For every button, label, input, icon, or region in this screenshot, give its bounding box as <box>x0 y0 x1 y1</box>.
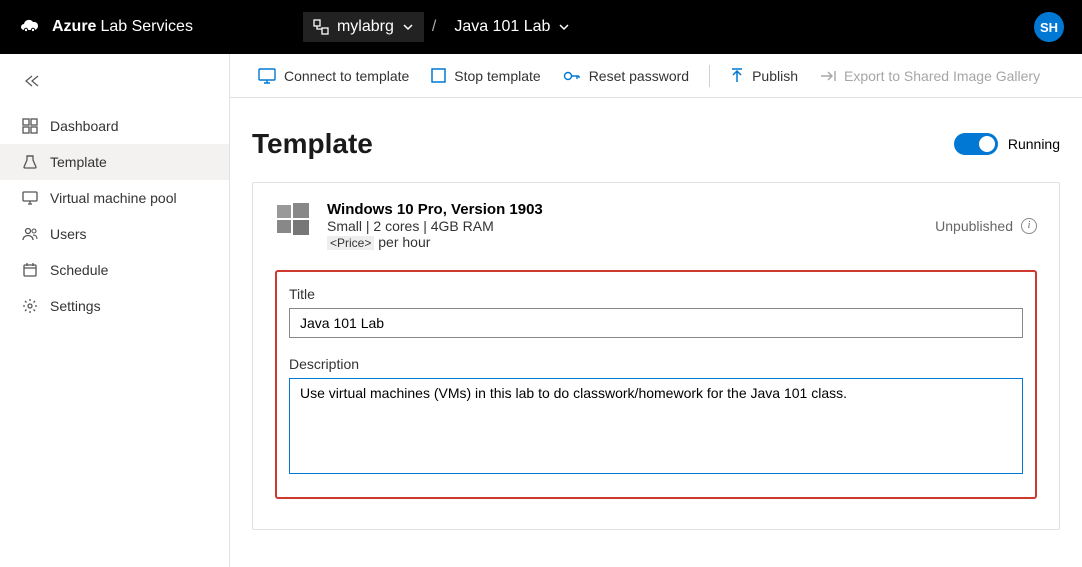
toolbar-separator <box>709 65 710 87</box>
sidebar-item-label: Virtual machine pool <box>50 190 177 206</box>
dashboard-icon <box>22 118 38 134</box>
breadcrumb: mylabrg / Java 101 Lab <box>303 12 580 42</box>
breadcrumb-lab[interactable]: Java 101 Lab <box>444 12 580 42</box>
sidebar-item-template[interactable]: Template <box>0 144 229 180</box>
os-name: Windows 10 Pro, Version 1903 <box>327 201 543 218</box>
settings-icon <box>22 298 38 314</box>
connect-label: Connect to template <box>284 68 409 84</box>
resource-icon <box>313 19 329 35</box>
sidebar: Dashboard Template Virtual machine pool … <box>0 54 230 567</box>
azure-lab-icon <box>18 18 42 36</box>
brand-text: Lab Services <box>100 18 193 36</box>
chevron-down-icon <box>402 21 414 33</box>
sidebar-item-dashboard[interactable]: Dashboard <box>0 108 229 144</box>
sidebar-item-label: Template <box>50 154 107 170</box>
export-icon <box>820 69 836 83</box>
reset-password-button[interactable]: Reset password <box>553 60 699 92</box>
template-card: Windows 10 Pro, Version 1903 Small | 2 c… <box>252 182 1060 530</box>
info-icon[interactable]: i <box>1021 218 1037 234</box>
vm-icon <box>22 190 38 206</box>
title-label: Title <box>289 286 1023 302</box>
status-label: Unpublished <box>935 218 1013 234</box>
sidebar-item-label: Schedule <box>50 262 108 278</box>
sidebar-item-schedule[interactable]: Schedule <box>0 252 229 288</box>
stop-icon <box>431 68 446 83</box>
schedule-icon <box>22 262 38 278</box>
edit-highlight-region: Title Description <box>275 270 1037 499</box>
export-button: Export to Shared Image Gallery <box>810 60 1050 92</box>
users-icon <box>22 226 38 242</box>
breadcrumb-resource-group[interactable]: mylabrg <box>303 12 424 42</box>
publish-status: Unpublished i <box>935 201 1037 250</box>
os-specs: Small | 2 cores | 4GB RAM <box>327 218 543 234</box>
description-label: Description <box>289 356 1023 372</box>
page-title: Template <box>252 128 373 160</box>
toolbar: Connect to template Stop template Reset … <box>230 54 1082 98</box>
sidebar-item-label: Settings <box>50 298 101 314</box>
brand-bold: Azure <box>52 18 96 36</box>
sidebar-item-vm-pool[interactable]: Virtual machine pool <box>0 180 229 216</box>
template-icon <box>22 154 38 170</box>
key-icon <box>563 68 581 84</box>
sidebar-item-users[interactable]: Users <box>0 216 229 252</box>
sidebar-collapse-button[interactable] <box>0 74 229 108</box>
main-content: Connect to template Stop template Reset … <box>230 54 1082 567</box>
publish-button[interactable]: Publish <box>720 60 808 92</box>
breadcrumb-separator: / <box>432 18 436 36</box>
sidebar-item-label: Dashboard <box>50 118 119 134</box>
breadcrumb-rg-label: mylabrg <box>337 18 394 36</box>
windows-icon <box>275 201 311 237</box>
os-price: <Price> per hour <box>327 234 543 250</box>
export-label: Export to Shared Image Gallery <box>844 68 1040 84</box>
stop-label: Stop template <box>454 68 540 84</box>
publish-label: Publish <box>752 68 798 84</box>
stop-button[interactable]: Stop template <box>421 60 550 92</box>
sidebar-item-label: Users <box>50 226 87 242</box>
chevron-down-icon <box>558 21 570 33</box>
avatar[interactable]: SH <box>1034 12 1064 42</box>
title-input[interactable] <box>289 308 1023 338</box>
breadcrumb-lab-label: Java 101 Lab <box>454 18 550 36</box>
brand-logo[interactable]: Azure Lab Services <box>18 18 193 36</box>
connect-button[interactable]: Connect to template <box>248 60 419 92</box>
sidebar-item-settings[interactable]: Settings <box>0 288 229 324</box>
publish-icon <box>730 68 744 84</box>
connect-icon <box>258 68 276 84</box>
toggle-label: Running <box>1008 136 1060 152</box>
description-input[interactable] <box>289 378 1023 474</box>
reset-label: Reset password <box>589 68 689 84</box>
top-bar: Azure Lab Services mylabrg / Java 101 La… <box>0 0 1082 54</box>
running-toggle[interactable] <box>954 133 998 155</box>
